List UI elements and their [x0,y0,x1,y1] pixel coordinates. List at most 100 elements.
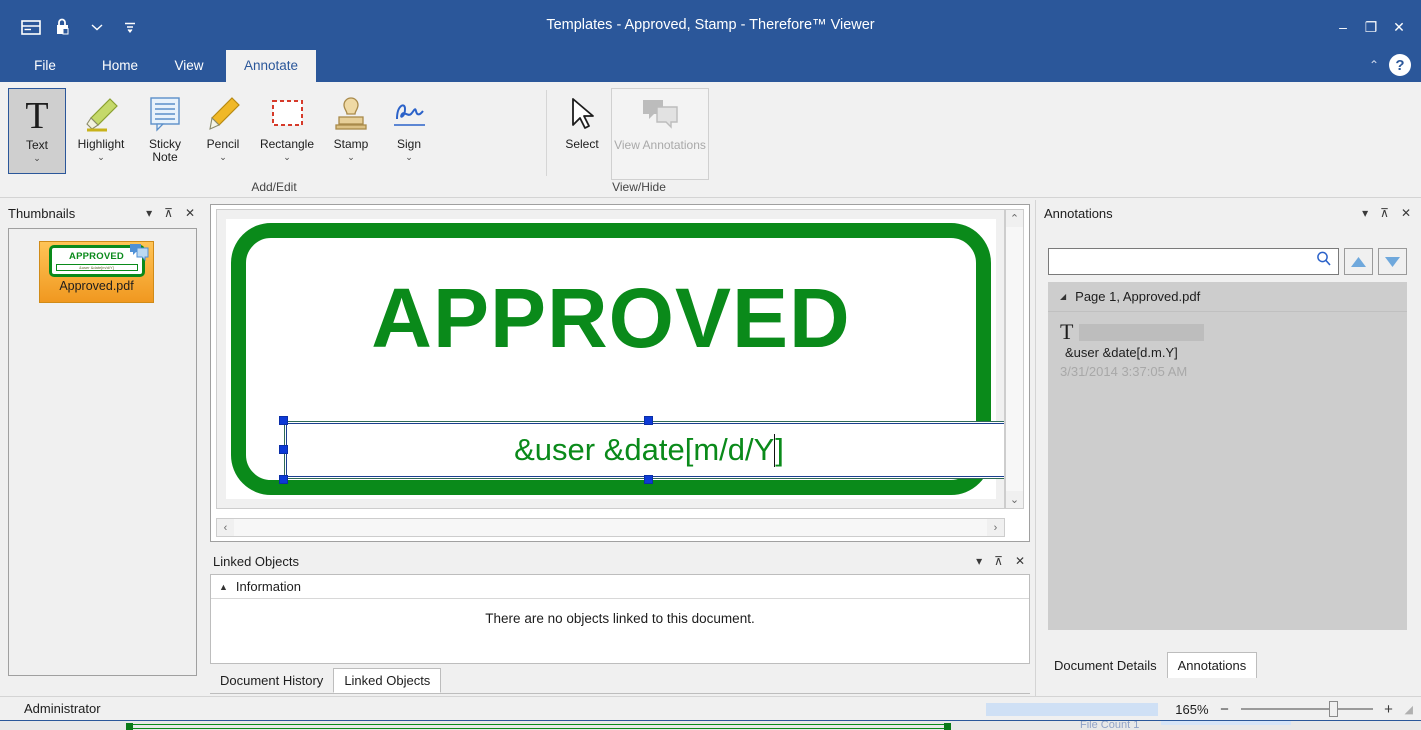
annotations-body: ◢ Page 1, Approved.pdf T &user &date[d.m… [1048,248,1407,648]
tab-linked-objects[interactable]: Linked Objects [333,668,441,693]
resize-handle-nw[interactable] [279,416,288,425]
resize-handle-s[interactable] [644,475,653,484]
ribbon-button-rectangle[interactable]: Rectangle ⌄ [252,88,322,174]
ribbon-group-separator [546,90,547,176]
tab-home[interactable]: Home [86,50,154,82]
annotation-prev-button[interactable] [1344,248,1373,275]
document-frame: APPROVED &user &date[m/d/Y] [210,204,1030,542]
ribbon-help-area: ⌃ ? [1369,54,1411,76]
thumbnails-panel-header: Thumbnails ▾ ⊼ ✕ [0,200,205,226]
ribbon-button-label: Pencil [207,138,240,151]
background-file-count-label: File Count 1 [1080,720,1139,730]
maximize-button[interactable]: ❐ [1357,17,1385,37]
pin-icon[interactable]: ⊼ [1380,206,1389,220]
panel-menu-icon[interactable]: ▾ [976,554,982,568]
document-horizontal-scrollbar[interactable]: ‹ › [216,518,1005,537]
ribbon-button-view-annotations[interactable]: View Annotations [611,88,709,180]
panel-menu-icon[interactable]: ▾ [1362,206,1368,220]
resize-handle-n[interactable] [644,416,653,425]
ribbon-group-label-view-hide: View/Hide [553,180,725,194]
background-handle-left [126,723,133,730]
tab-file[interactable]: File [14,50,76,82]
ribbon-button-text[interactable]: T Text ⌄ [8,88,66,174]
annotation-author-redacted [1079,324,1204,341]
chevron-down-icon[interactable]: ⌄ [405,153,413,162]
annotation-text[interactable]: &user &date[m/d/Y] [284,421,1005,479]
pin-icon[interactable]: ⊼ [994,554,1003,568]
chevron-down-icon[interactable]: ⌄ [347,153,355,162]
stamp-icon [330,92,372,136]
background-window-strip: File Count 1 [0,720,1421,730]
close-icon[interactable]: ✕ [185,206,195,220]
annotation-text-content: &user &date[m/d/Y [514,432,774,468]
ribbon-button-label: Rectangle [260,138,314,151]
pin-icon[interactable]: ⊼ [164,206,173,220]
zoom-in-button[interactable]: + [1382,701,1396,718]
resize-handle-w[interactable] [279,445,288,454]
thumbnails-list[interactable]: APPROVED &user &date[m/d/Y] Approved.pdf [8,228,197,676]
linked-objects-panel-header: Linked Objects ▾ ⊼ ✕ [205,548,1035,574]
chevron-down-icon[interactable]: ⌄ [97,153,105,162]
close-icon[interactable]: ✕ [1401,206,1411,220]
ribbon-tab-strip: File Home View Annotate ⌃ ? [0,50,1421,82]
ribbon-button-sign[interactable]: Sign ⌄ [380,88,438,174]
svg-text:T: T [25,95,48,136]
zoom-slider[interactable] [1241,701,1373,717]
linked-objects-section-header[interactable]: ▲ Information [211,575,1029,599]
zoom-out-button[interactable]: − [1218,701,1232,718]
selected-text-annotation[interactable]: &user &date[m/d/Y] [284,421,1005,479]
ribbon-button-sticky-note[interactable]: Sticky Note [136,88,194,174]
ribbon-button-label: Select [565,138,598,151]
document-page[interactable]: APPROVED &user &date[m/d/Y] [226,219,996,499]
scroll-right-icon[interactable]: › [987,519,1004,536]
annotation-entry-text: &user &date[d.m.Y] [1065,345,1407,360]
background-stamp-edge [130,724,950,729]
annotations-group-header[interactable]: ◢ Page 1, Approved.pdf [1048,282,1407,312]
annotations-tab-strip: Document Details Annotations [1044,652,1414,678]
document-vertical-scrollbar[interactable]: ⌃ ⌄ [1005,209,1024,509]
scroll-up-icon[interactable]: ⌃ [1006,210,1023,227]
close-icon[interactable]: ✕ [1015,554,1025,568]
thumbnail-preview: APPROVED &user &date[m/d/Y] [49,245,145,277]
collapse-triangle-icon[interactable]: ▲ [219,582,228,592]
ribbon-button-stamp[interactable]: Stamp ⌄ [322,88,380,174]
search-icon[interactable] [1315,250,1333,273]
tab-annotate[interactable]: Annotate [226,50,316,82]
approved-stamp: APPROVED &user &date[m/d/Y] [231,223,991,495]
resize-grip-icon[interactable]: ◢ [1405,703,1415,716]
tab-annotations[interactable]: Annotations [1167,652,1258,678]
document-canvas[interactable]: APPROVED &user &date[m/d/Y] [216,209,1005,509]
help-icon[interactable]: ? [1389,54,1411,76]
chevron-down-icon[interactable]: ⌄ [283,153,291,162]
search-input[interactable] [1048,248,1339,275]
status-bar: Administrator 165% − + ◢ [0,696,1421,720]
tab-document-details[interactable]: Document Details [1044,654,1167,678]
list-item[interactable]: APPROVED &user &date[m/d/Y] Approved.pdf [39,241,154,303]
chevron-down-icon[interactable]: ⌄ [219,153,227,162]
collapse-triangle-icon[interactable]: ◢ [1060,292,1066,301]
signature-icon [388,92,430,136]
list-item[interactable]: T &user &date[d.m.Y] 3/31/2014 3:37:05 A… [1048,312,1407,387]
background-handle-right [944,723,951,730]
minimize-button[interactable]: – [1329,17,1357,37]
annotation-badge-icon [129,243,149,261]
ribbon-button-select[interactable]: Select [553,88,611,174]
ribbon-button-pencil[interactable]: Pencil ⌄ [194,88,252,174]
ribbon-button-highlight[interactable]: Highlight ⌄ [66,88,136,174]
resize-handle-sw[interactable] [279,475,288,484]
chevron-down-icon[interactable]: ⌄ [33,154,41,163]
scroll-down-icon[interactable]: ⌄ [1006,491,1023,508]
collapse-ribbon-icon[interactable]: ⌃ [1369,58,1379,72]
ribbon-button-label: Stamp [334,138,369,151]
scroll-left-icon[interactable]: ‹ [217,519,234,536]
close-button[interactable]: ✕ [1385,17,1413,37]
tab-view[interactable]: View [158,50,220,82]
status-user-label: Administrator [0,701,101,716]
window-controls: – ❐ ✕ [1329,17,1413,37]
annotations-list[interactable]: ◢ Page 1, Approved.pdf T &user &date[d.m… [1048,282,1407,630]
zoom-slider-thumb[interactable] [1329,701,1338,717]
tab-document-history[interactable]: Document History [210,669,333,693]
panel-menu-icon[interactable]: ▾ [146,206,152,220]
annotation-next-button[interactable] [1378,248,1407,275]
ribbon-button-label: View Annotations [614,139,706,152]
